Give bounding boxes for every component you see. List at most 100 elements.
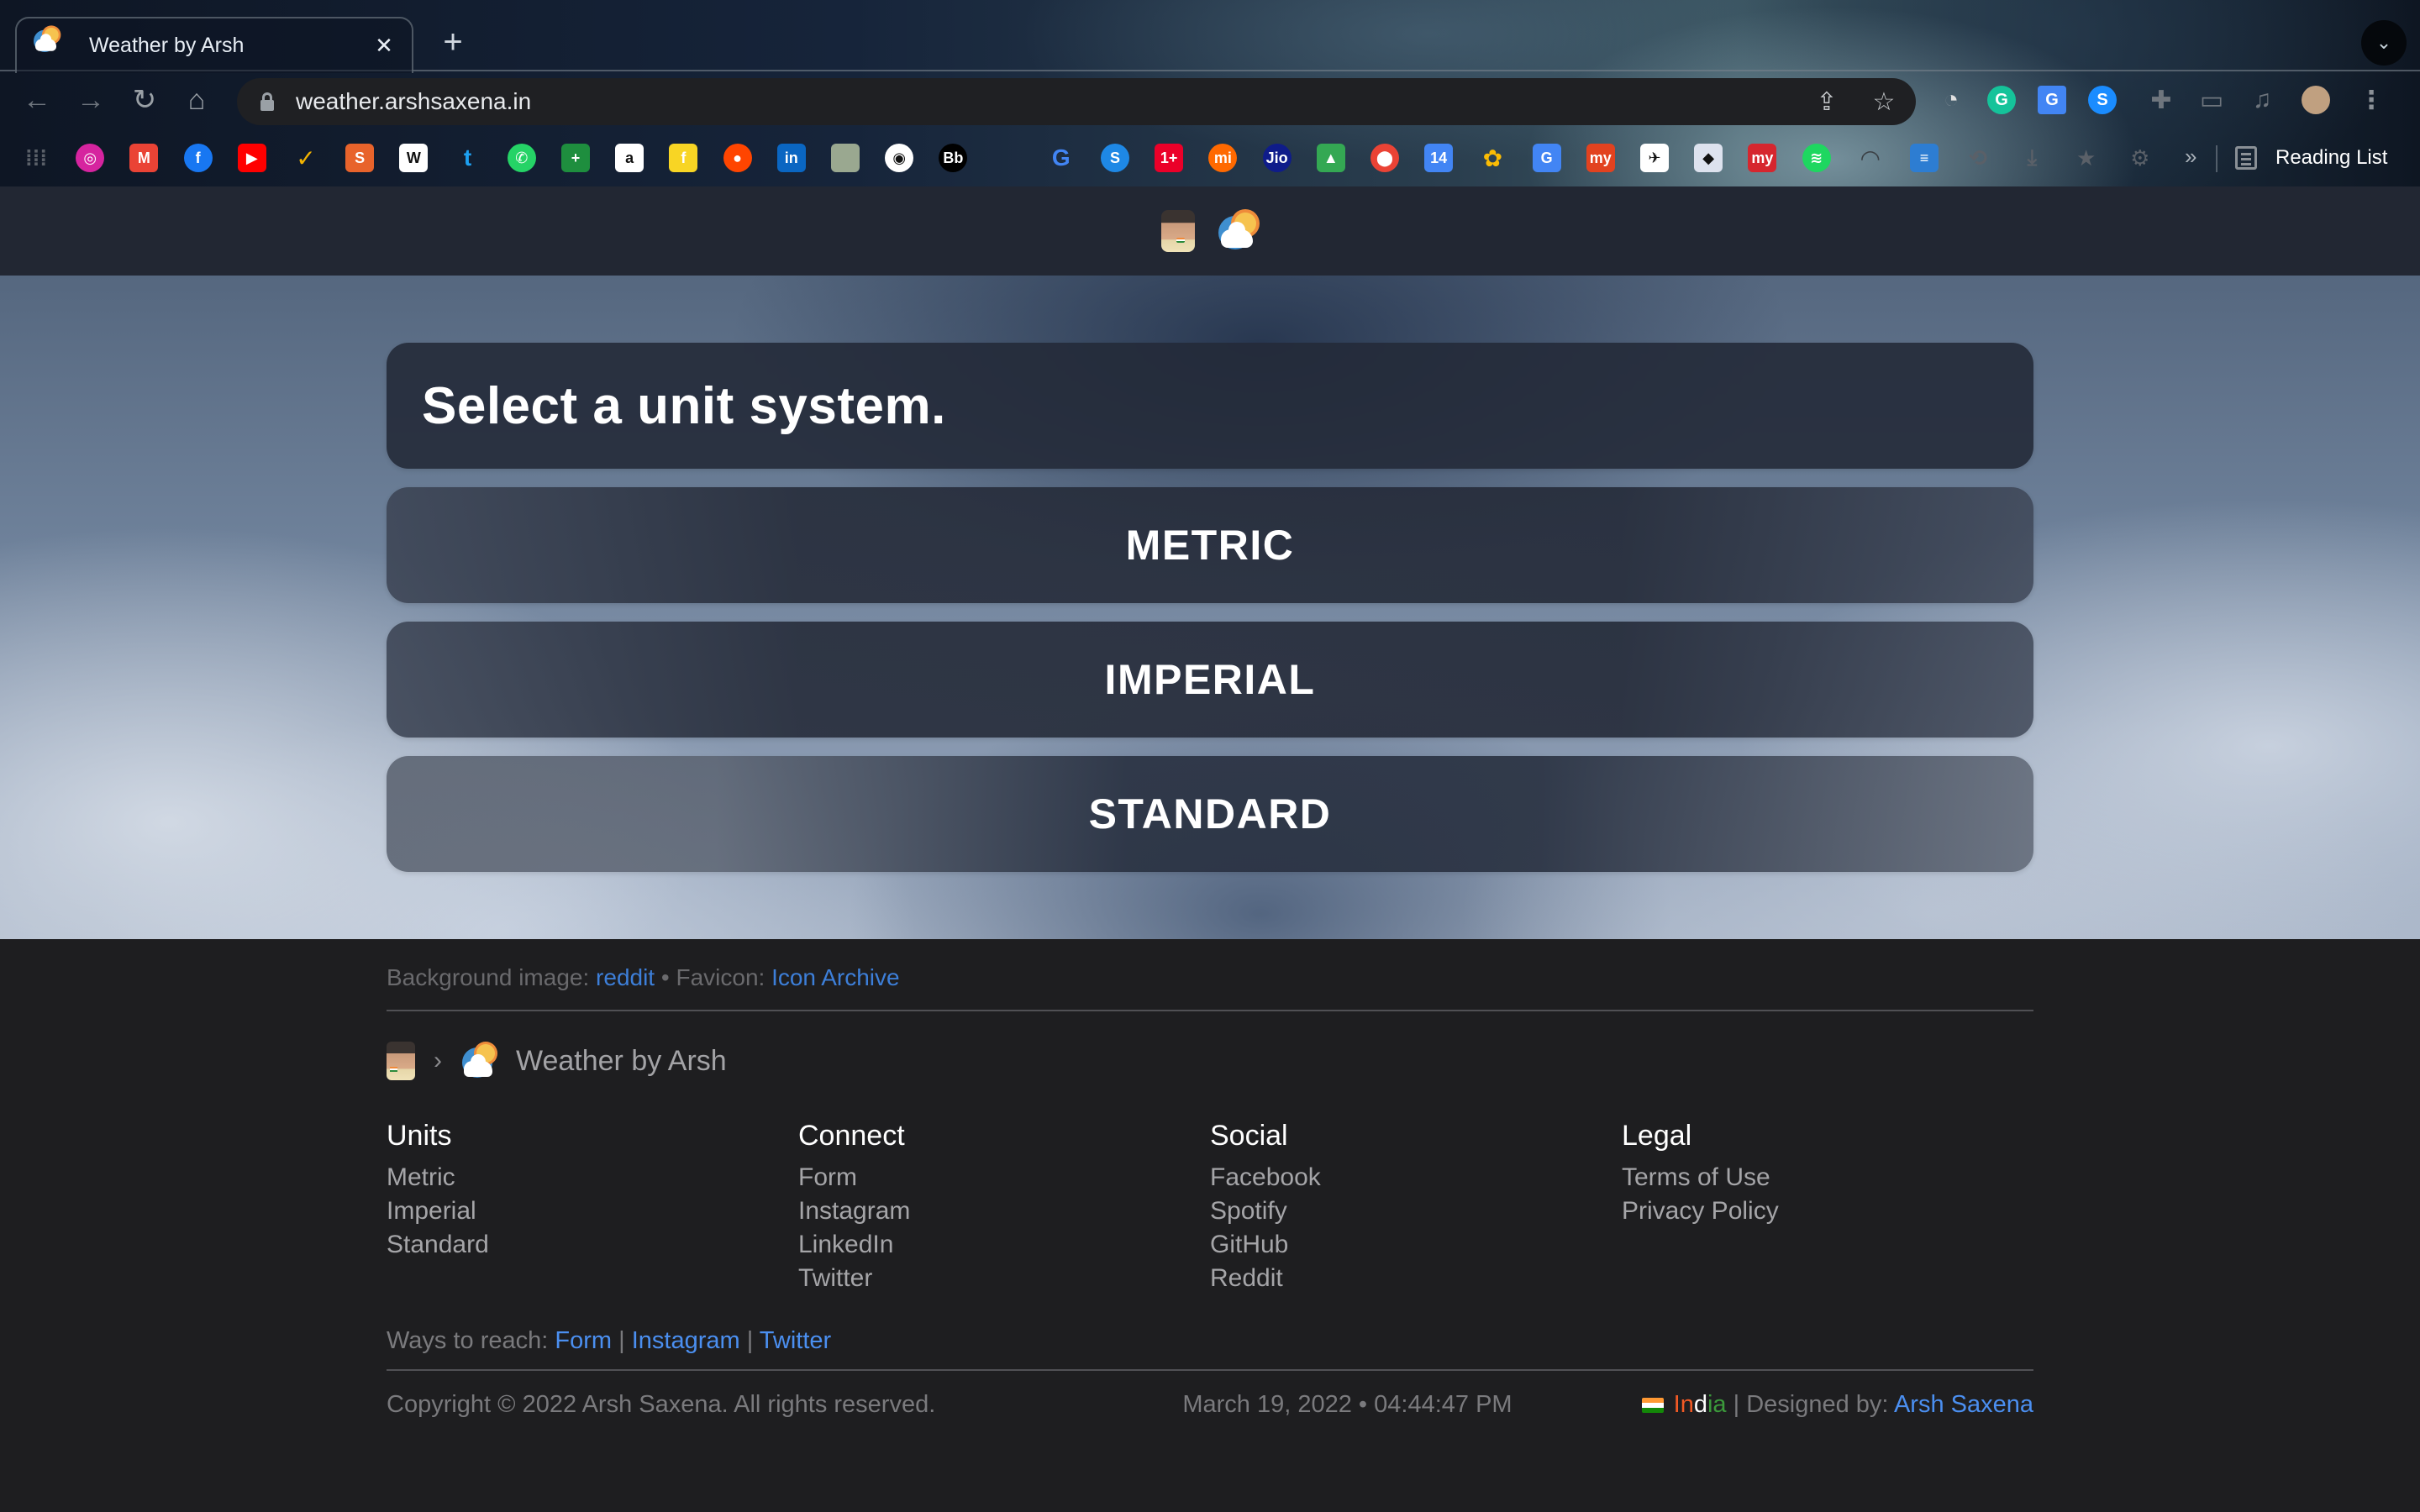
home-icon[interactable]: ⌂	[176, 80, 217, 120]
reach-form-link[interactable]: Form	[555, 1327, 612, 1354]
bookmark-speedtest-icon[interactable]: ◠	[1856, 144, 1885, 172]
bookmark-facebook-icon[interactable]: f	[183, 144, 213, 172]
bookmark-spotify-icon[interactable]: ≋	[1802, 144, 1831, 172]
bookmark-settings-icon[interactable]: ⚙	[2126, 144, 2154, 172]
bookmark-google-sheets-plus-icon[interactable]: +	[561, 144, 590, 172]
bookmark-star-icon[interactable]: ☆	[1867, 85, 1901, 118]
bookmark-blackboard-icon[interactable]: Bb	[939, 144, 968, 172]
footer-link-github[interactable]: GitHub	[1210, 1228, 1622, 1262]
bookmark-sbi-icon[interactable]: S	[345, 144, 375, 172]
reach-twitter-link[interactable]: Twitter	[760, 1327, 831, 1354]
imperial-button[interactable]: IMPERIAL	[387, 622, 2033, 738]
bookmark-whatsapp-icon[interactable]: ✆	[507, 144, 536, 172]
icon-archive-link[interactable]: Icon Archive	[771, 964, 900, 990]
bookmark-myntra-my-icon[interactable]: my	[1748, 144, 1777, 172]
profile-icon[interactable]	[2297, 81, 2334, 118]
bookmark-flipkart-icon[interactable]: f	[669, 144, 698, 172]
footer-link-form[interactable]: Form	[798, 1161, 1210, 1194]
column-heading: Units	[387, 1120, 452, 1152]
bookmark-google-maps-icon[interactable]: ⬤	[1370, 144, 1399, 172]
forward-arrow-icon[interactable]: →	[71, 80, 111, 120]
back-arrow-icon[interactable]: ←	[17, 80, 57, 120]
bookmark-github-icon[interactable]: ◉	[885, 144, 914, 172]
bookmark-oneplus-icon[interactable]: 1+	[1155, 144, 1184, 172]
bookmark-apple-icon[interactable]	[993, 144, 1022, 172]
bookmark-apps-icon[interactable]: ⁞⁞⁞	[22, 144, 50, 172]
bookmark-wikipedia-icon[interactable]: W	[399, 144, 429, 172]
lock-icon[interactable]	[260, 92, 274, 111]
extensions-puzzle-icon[interactable]: ✚	[2143, 81, 2180, 118]
reading-list-button[interactable]: Reading List	[2235, 139, 2387, 177]
footer-link-reddit[interactable]: Reddit	[1210, 1262, 1622, 1295]
reach-instagram-link[interactable]: Instagram	[632, 1327, 740, 1354]
bookmark-history-icon[interactable]: ⟲	[1964, 144, 1992, 172]
bookmark-reddit-icon[interactable]: ●	[723, 144, 752, 172]
bookmark-airline-icon[interactable]: ✈	[1640, 144, 1669, 172]
menu-icon[interactable]: ⋮	[2353, 81, 2390, 118]
bookmark-google-photos-icon[interactable]: ✿	[1478, 144, 1507, 172]
breadcrumb-title[interactable]: Weather by Arsh	[516, 1045, 727, 1078]
breadcrumb-avatar[interactable]	[387, 1042, 415, 1080]
author-avatar[interactable]	[1161, 210, 1195, 252]
footer-link-linkedin[interactable]: LinkedIn	[798, 1228, 1210, 1262]
footer-link-facebook[interactable]: Facebook	[1210, 1161, 1622, 1194]
shazam-glyph: S	[2088, 86, 2117, 114]
shazam-icon[interactable]: S	[2084, 81, 2121, 118]
bookmark-google-icon[interactable]: G	[1047, 144, 1076, 172]
bookmark-youtube-icon[interactable]: ▶	[237, 144, 266, 172]
address-bar[interactable]: weather.arshsaxena.in ⇪ ☆	[237, 78, 1916, 125]
new-tab-button[interactable]: +	[435, 25, 471, 60]
footer-link-metric[interactable]: Metric	[387, 1161, 798, 1194]
bookmark-instagram-icon[interactable]: ◎	[76, 144, 105, 172]
footer-link-twitter[interactable]: Twitter	[798, 1262, 1210, 1295]
designer-link[interactable]: Arsh Saxena	[1894, 1391, 2033, 1418]
share-icon[interactable]: ⇪	[1810, 85, 1844, 118]
bookmark-skype-icon[interactable]: S	[1101, 144, 1129, 172]
bookmark-mi-icon[interactable]: mi	[1208, 144, 1238, 172]
google-translate-icon[interactable]: G	[2033, 81, 2070, 118]
bookmark-google-drive-icon[interactable]: ▲	[1316, 144, 1345, 172]
tab-close-icon[interactable]: ✕	[371, 33, 397, 59]
footer-link-instagram[interactable]: Instagram	[798, 1194, 1210, 1228]
footer-link-terms[interactable]: Terms of Use	[1622, 1161, 2033, 1194]
bookmark-jio-icon[interactable]: Jio	[1262, 144, 1292, 172]
metric-button[interactable]: METRIC	[387, 487, 2033, 603]
bookmark-google-calendar-icon[interactable]: 14	[1424, 144, 1454, 172]
weather-favicon-icon	[34, 27, 60, 52]
grammarly-glyph: G	[1987, 86, 2016, 114]
breadcrumb: › Weather by Arsh	[387, 1040, 727, 1082]
speed-dial-extension-icon[interactable]: ◔	[1933, 81, 1970, 118]
bookmark-gmail-icon[interactable]: M	[129, 144, 159, 172]
bookmark-profile-photo-icon[interactable]	[831, 144, 860, 172]
weather-logo-icon[interactable]	[1218, 213, 1259, 249]
grammarly-icon[interactable]: G	[1983, 81, 2020, 118]
reddit-credit-link[interactable]: reddit	[596, 964, 655, 990]
page-title: Select a unit system.	[422, 376, 946, 435]
bookmark-scripts-icon[interactable]: ≡	[1910, 144, 1939, 172]
url-text[interactable]: weather.arshsaxena.in	[296, 88, 1786, 115]
bookmark-checkmark-icon[interactable]: ✓	[292, 144, 320, 172]
browser-toolbar: ← → ↻ ⌂ weather.arshsaxena.in ⇪ ☆ ◔ G G S ✚ ▭…	[0, 73, 2420, 130]
tab-weather-by-arsh[interactable]: Weather by Arsh ✕	[15, 17, 413, 73]
footer-link-imperial[interactable]: Imperial	[387, 1194, 798, 1228]
bookmark-amazon-icon[interactable]: a	[615, 144, 644, 172]
cast-icon[interactable]: ▭	[2193, 81, 2230, 118]
bookmarks-overflow-icon[interactable]: »	[2185, 144, 2196, 170]
bookmark-bookmarks-star-icon[interactable]: ★	[2072, 144, 2101, 172]
footer-link-spotify[interactable]: Spotify	[1210, 1194, 1622, 1228]
bookmark-downloads-icon[interactable]: ⤓	[2018, 144, 2046, 172]
footer-column-connect: Connect Form Instagram LinkedIn Twitter	[798, 1120, 1210, 1295]
media-controls-icon[interactable]: ♫	[2244, 81, 2281, 118]
image-credits: Background image: reddit • Favicon: Icon…	[387, 964, 900, 991]
standard-button[interactable]: STANDARD	[387, 756, 2033, 872]
bookmark-makemytrip-icon[interactable]: my	[1586, 144, 1615, 172]
footer-link-privacy[interactable]: Privacy Policy	[1622, 1194, 2033, 1228]
unit-selector: Select a unit system. METRIC IMPERIAL ST…	[387, 343, 2033, 872]
bookmark-google-translate-icon[interactable]: G	[1532, 144, 1561, 172]
footer-link-standard[interactable]: Standard	[387, 1228, 798, 1262]
reload-icon[interactable]: ↻	[124, 80, 165, 120]
tab-search-chevron-icon[interactable]: ⌄	[2361, 20, 2407, 66]
bookmark-twitter-icon[interactable]: t	[454, 144, 482, 172]
bookmark-linkedin-icon[interactable]: in	[776, 144, 806, 172]
bookmark-game-site-icon[interactable]: ◆	[1694, 144, 1723, 172]
